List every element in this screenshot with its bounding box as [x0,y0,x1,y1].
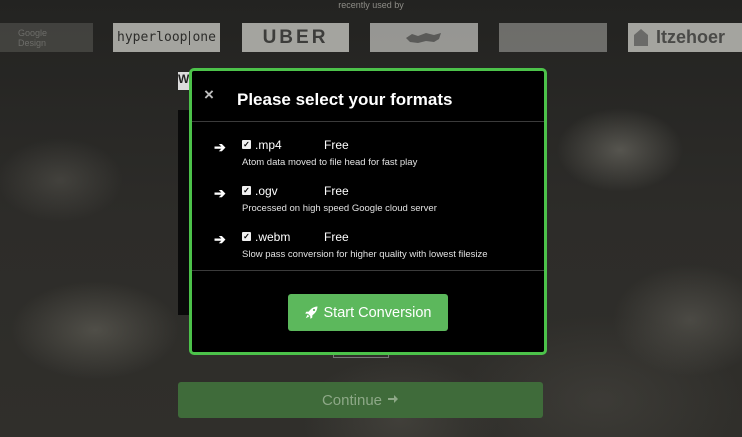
logo-google-design-line2: Design [18,37,47,48]
animal-icon [406,32,441,43]
logo-uber: UBER [242,23,349,52]
format-price: Free [324,230,349,244]
arrow-right-icon [387,392,399,409]
modal-header: × Please select your formats [192,71,544,122]
logo-itzehoer: Itzehoer [628,23,742,52]
format-row-ogv: ➔ ✓ .ogv Free Processed on high speed Go… [192,184,544,224]
format-row-webm: ➔ ✓ .webm Free Slow pass conversion for … [192,230,544,270]
format-ext: .webm [255,230,291,244]
start-conversion-label: Start Conversion [323,304,432,321]
continue-button[interactable]: Continue [178,382,543,418]
logo-hyperloop-text: hyperloop [117,30,188,45]
logo-animal [370,23,478,52]
checkbox-webm[interactable]: ✓ [242,232,251,241]
itzehoer-mark-icon [634,29,648,46]
format-ext: .mp4 [255,138,282,152]
logo-hyperloop-one: hyperloop one [113,23,220,52]
recently-used-label: recently used by [338,0,404,10]
start-conversion-button[interactable]: Start Conversion [288,294,448,331]
format-price: Free [324,184,349,198]
format-desc: Atom data moved to file head for fast pl… [242,157,418,168]
continue-label: Continue [321,391,383,409]
arrow-right-icon: ➔ [214,139,226,155]
logo-faded [499,23,607,52]
arrow-right-icon: ➔ [214,231,226,247]
format-row-mp4: ➔ ✓ .mp4 Free Atom data moved to file he… [192,138,544,178]
close-icon[interactable]: × [204,86,214,103]
logo-google-design: Google Design [0,23,93,52]
format-list: ➔ ✓ .mp4 Free Atom data moved to file he… [192,122,544,271]
logo-separator [189,30,191,45]
logo-one-text: one [192,30,216,45]
format-selection-modal: × Please select your formats ➔ ✓ .mp4 Fr… [189,68,547,355]
modal-title: Please select your formats [237,90,453,109]
format-desc: Slow pass conversion for higher quality … [242,249,488,260]
rocket-icon [304,306,318,319]
logo-google-design-line1: Google [18,27,48,38]
checkbox-mp4[interactable]: ✓ [242,140,251,149]
logo-itzehoer-text: Itzehoer [656,27,726,47]
format-ext: .ogv [255,184,278,198]
format-desc: Processed on high speed Google cloud ser… [242,203,437,214]
arrow-right-icon: ➔ [214,185,226,201]
checkbox-ogv[interactable]: ✓ [242,186,251,195]
format-price: Free [324,138,349,152]
